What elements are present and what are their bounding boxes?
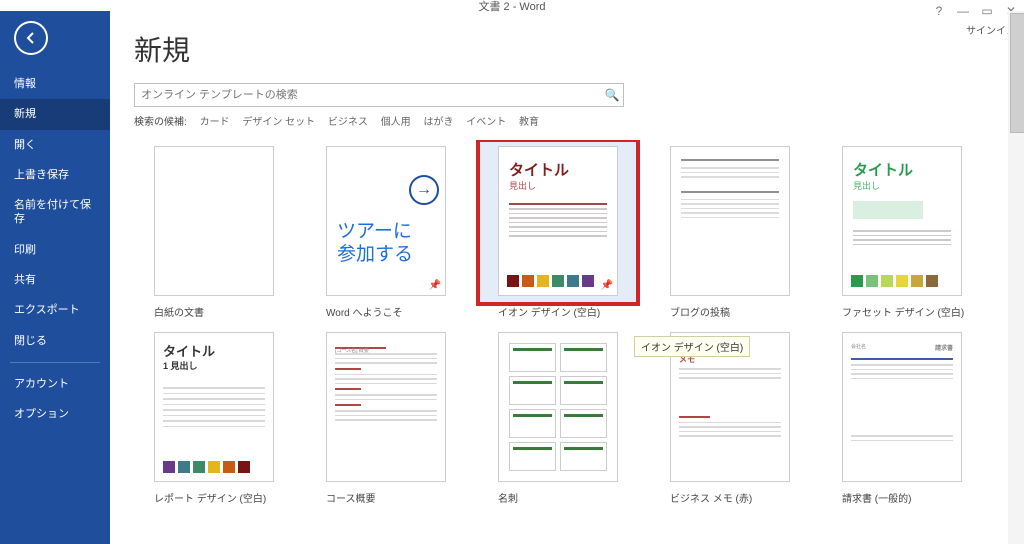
template-report[interactable]: タイトル 1 見出し レポート デザイン (空白) xyxy=(134,326,294,504)
sidebar-item-saveas[interactable]: 名前を付けて保存 xyxy=(0,190,110,235)
template-ion[interactable]: タイトル 見出し 📌 イオン デザイン (空白) xyxy=(478,140,638,318)
pin-icon[interactable]: 📌 xyxy=(429,280,441,291)
sidebar-item-options[interactable]: オプション xyxy=(0,399,110,429)
template-search[interactable]: 🔍 xyxy=(134,83,624,107)
color-swatches xyxy=(163,461,250,473)
arrow-right-icon: → xyxy=(409,175,439,205)
main: 情報 新規 開く 上書き保存 名前を付けて保存 印刷 共有 エクスポート 閉じる… xyxy=(0,11,1024,544)
template-course[interactable]: [コース名] 概要 コース概要 xyxy=(306,326,466,504)
suggest-link[interactable]: はがき xyxy=(423,117,453,128)
content: 新規 🔍 検索の候補: カード デザイン セット ビジネス 個人用 はがき イベ… xyxy=(110,11,1024,544)
sidebar-item-account[interactable]: アカウント xyxy=(0,369,110,399)
template-meishi[interactable]: 名刺 xyxy=(478,326,638,504)
vertical-scrollbar[interactable] xyxy=(1008,11,1024,544)
template-invoice[interactable]: 会社名請求書 請求書 (一般的) xyxy=(822,326,982,504)
template-caption: 請求書 (一般的) xyxy=(822,490,982,504)
sidebar-item-close[interactable]: 閉じる xyxy=(0,326,110,356)
suggest-link[interactable]: カード xyxy=(200,117,230,128)
search-input[interactable] xyxy=(135,89,601,101)
template-caption: イオン デザイン (空白) xyxy=(478,304,638,318)
template-blank[interactable]: 白紙の文書 xyxy=(134,140,294,318)
template-caption: ファセット デザイン (空白) xyxy=(822,304,982,318)
suggest-link[interactable]: ビジネス xyxy=(328,117,368,128)
suggest-link[interactable]: 個人用 xyxy=(381,117,411,128)
color-swatches xyxy=(851,275,938,287)
template-gallery: 白紙の文書 → ツアーに 参加する 📌 Word へようこそ xyxy=(134,140,1000,504)
template-caption: 名刺 xyxy=(478,490,638,504)
template-caption: コース概要 xyxy=(306,490,466,504)
template-caption: 白紙の文書 xyxy=(134,304,294,318)
search-icon[interactable]: 🔍 xyxy=(601,88,623,102)
sidebar-divider xyxy=(10,362,100,363)
sidebar-item-print[interactable]: 印刷 xyxy=(0,235,110,265)
sidebar-item-export[interactable]: エクスポート xyxy=(0,295,110,325)
template-tour[interactable]: → ツアーに 参加する 📌 Word へようこそ xyxy=(306,140,466,318)
template-caption: ブログの投稿 xyxy=(650,304,810,318)
back-icon[interactable] xyxy=(14,21,48,55)
template-caption: ビジネス メモ (赤) xyxy=(650,490,810,504)
scrollbar-thumb[interactable] xyxy=(1010,13,1024,133)
page-title: 新規 xyxy=(134,29,1000,69)
suggest-link[interactable]: デザイン セット xyxy=(242,117,315,128)
template-caption: Word へようこそ xyxy=(306,304,466,318)
template-caption: レポート デザイン (空白) xyxy=(134,490,294,504)
color-swatches xyxy=(507,275,594,287)
sidebar-item-info[interactable]: 情報 xyxy=(0,69,110,99)
sidebar-item-share[interactable]: 共有 xyxy=(0,265,110,295)
backstage-sidebar: 情報 新規 開く 上書き保存 名前を付けて保存 印刷 共有 エクスポート 閉じる… xyxy=(0,11,110,544)
search-suggestions: 検索の候補: カード デザイン セット ビジネス 個人用 はがき イベント 教育 xyxy=(134,113,1000,128)
suggest-link[interactable]: 教育 xyxy=(519,117,539,128)
template-tooltip: イオン デザイン (空白) xyxy=(634,336,750,357)
app-root: 文書 2 - Word ? — ▭ ✕ サインイン 情報 新規 開く 上書き保存… xyxy=(0,0,1024,544)
sidebar-item-new[interactable]: 新規 xyxy=(0,99,110,129)
template-blog[interactable]: ブログの投稿 xyxy=(650,140,810,318)
template-facet[interactable]: タイトル 見出し ファセット デザイン (空白) xyxy=(822,140,982,318)
sidebar-item-open[interactable]: 開く xyxy=(0,130,110,160)
title-bar: 文書 2 - Word ? — ▭ ✕ サインイン xyxy=(0,0,1024,11)
sidebar-item-save[interactable]: 上書き保存 xyxy=(0,160,110,190)
suggest-label: 検索の候補: xyxy=(134,117,187,128)
suggest-link[interactable]: イベント xyxy=(466,117,506,128)
pin-icon[interactable]: 📌 xyxy=(601,280,613,291)
